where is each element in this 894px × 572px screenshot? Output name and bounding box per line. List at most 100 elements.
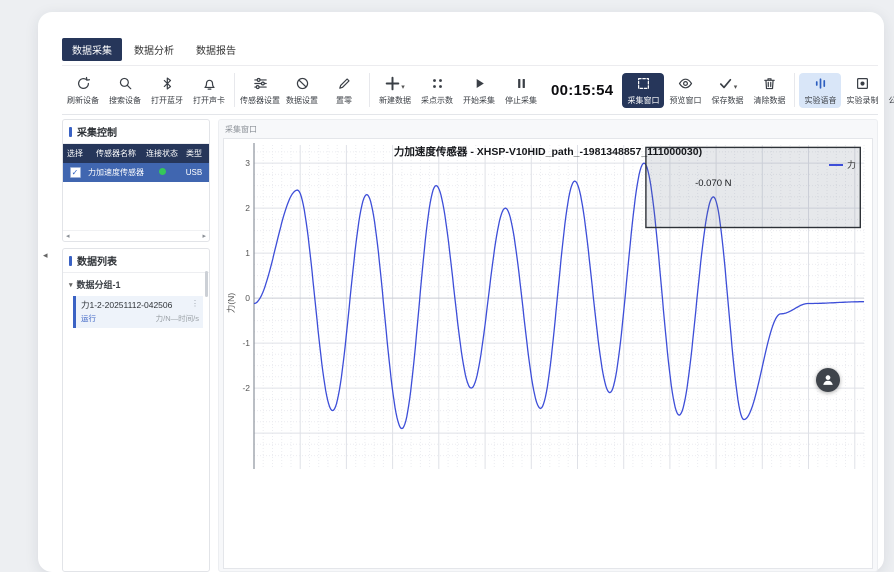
legend-label: 力 — [847, 158, 856, 171]
bluetooth-icon — [160, 75, 175, 93]
sensor-settings-button[interactable]: 传感器设置 — [239, 73, 281, 108]
refresh-device-button[interactable]: 刷新设备 — [62, 73, 104, 108]
data-list-item[interactable]: 力1-2-20251112-042506⋮ 运行 力/N—时间/s — [73, 296, 203, 328]
status-dot — [159, 168, 166, 175]
save-data-label: 保存数据 — [711, 95, 743, 106]
open-bluetooth-button[interactable]: 打开蓝牙 — [146, 73, 188, 108]
sensor-table-hscroll[interactable]: ◂ ▸ — [63, 230, 209, 241]
collect-timer: 00:15:54 — [551, 82, 613, 99]
data-item-state: 运行 — [81, 313, 96, 324]
svg-text:3: 3 — [245, 158, 250, 168]
data-item-subline: 运行 力/N—时间/s — [81, 313, 199, 324]
clear-data-label: 清除数据 — [753, 95, 785, 106]
sensor-table: 选择传感器名称连接状态类型 ✓ 力加速度传感器 USB — [63, 144, 209, 182]
data-list-panel: 数据列表 ▾数据分组-1 力1-2-20251112-042506⋮ 运行 力/N—时… — [62, 248, 210, 572]
dashed-square-icon — [636, 75, 651, 93]
panel-accent-bar — [69, 127, 72, 137]
new-data-label: 新建数据 — [379, 95, 411, 106]
formula-calc-button[interactable]: 公式计算 — [883, 73, 894, 108]
formula-calc-label: 公式计算 — [888, 95, 894, 106]
save-data-button[interactable]: ▾ 保存数据 — [706, 73, 748, 108]
start-collect-label: 开始采集 — [463, 95, 495, 106]
sensor-type-cell: USB — [179, 163, 209, 182]
collect-window-label: 采集窗口 — [627, 95, 659, 106]
preview-window-button[interactable]: 预览窗口 — [664, 73, 706, 108]
check-icon: ▾ — [718, 75, 738, 93]
data-settings-button[interactable]: 数据设置 — [281, 73, 323, 108]
data-group-row[interactable]: ▾数据分组-1 — [63, 273, 209, 294]
user-float-button[interactable] — [816, 368, 840, 392]
audio-icon — [813, 75, 828, 93]
svg-text:1: 1 — [245, 248, 250, 258]
data-list-title: 数据列表 — [77, 253, 117, 268]
scroll-right-icon[interactable]: ▸ — [202, 232, 206, 240]
toolbar-separator — [234, 73, 235, 107]
sensor-row[interactable]: ✓ 力加速度传感器 USB — [63, 163, 209, 182]
dots-icon — [430, 75, 445, 93]
sensor-col-header: 选择 — [63, 144, 87, 163]
open-sound-button[interactable]: 打开声卡 — [188, 73, 230, 108]
sensor-col-header: 传感器名称 — [87, 144, 145, 163]
data-item-title: 力1-2-20251112-042506⋮ — [81, 299, 199, 311]
sensor-checkbox[interactable]: ✓ — [70, 167, 81, 178]
trash-icon — [762, 75, 777, 93]
selection-value-label: -0.070 N — [695, 178, 732, 189]
collect-control-panel: 采集控制 选择传感器名称连接状态类型 ✓ 力加速度传感器 USB ◂ ▸ — [62, 119, 210, 242]
experiment-record-button[interactable]: 实验录制 — [841, 73, 883, 108]
experiment-audio-label: 实验语音 — [804, 95, 836, 106]
sensor-col-header: 连接状态 — [145, 144, 179, 163]
experiment-record-label: 实验录制 — [846, 95, 878, 106]
data-item-axes: 力/N—时间/s — [156, 313, 199, 324]
tab-collect[interactable]: 数据采集 — [62, 38, 122, 61]
window-content: 数据采集数据分析数据报告 刷新设备搜索设备打开蓝牙打开声卡 传感器设置数据设置置零… — [62, 12, 878, 572]
eye-icon — [678, 75, 693, 93]
sensor-col-header: 类型 — [179, 144, 209, 163]
stop-collect-label: 停止采集 — [505, 95, 537, 106]
chart-card[interactable]: 力加速度传感器 - XHSP-V10HID_path_-1981348857_1… — [223, 138, 873, 569]
clear-data-button[interactable]: 清除数据 — [748, 73, 790, 108]
data-group-list: ▾数据分组-1 力1-2-20251112-042506⋮ 运行 力/N—时间/s — [63, 273, 209, 328]
open-bluetooth-label: 打开蓝牙 — [151, 95, 183, 106]
sample-points-button[interactable]: 采点示数 — [416, 73, 458, 108]
sliders-icon — [253, 75, 268, 93]
app-window: ◂ 数据采集数据分析数据报告 刷新设备搜索设备打开蓝牙打开声卡 传感器设置数据设置… — [38, 12, 884, 572]
sample-points-label: 采点示数 — [421, 95, 453, 106]
item-menu-icon[interactable]: ⋮ — [191, 299, 199, 311]
chart-title: 力加速度传感器 - XHSP-V10HID_path_-1981348857_1… — [224, 144, 872, 159]
ban-icon — [295, 75, 310, 93]
open-sound-label: 打开声卡 — [193, 95, 225, 106]
collect-control-header: 采集控制 — [63, 120, 209, 144]
svg-text:0: 0 — [245, 293, 250, 303]
data-list-scrollbar[interactable] — [205, 271, 208, 297]
pause-icon — [514, 75, 529, 93]
preview-window-label: 预览窗口 — [669, 95, 701, 106]
scroll-left-icon[interactable]: ◂ — [66, 232, 70, 240]
set-zero-label: 置零 — [336, 95, 352, 106]
caret-down-icon: ▾ — [401, 83, 405, 93]
start-collect-button[interactable]: 开始采集 — [458, 73, 500, 108]
data-list-header: 数据列表 — [63, 249, 209, 273]
stop-collect-button[interactable]: 停止采集 — [500, 73, 542, 108]
person-icon — [821, 373, 835, 387]
toolbar-separator — [369, 73, 370, 107]
pencil-icon — [337, 75, 352, 93]
collect-window-button[interactable]: 采集窗口 — [622, 73, 664, 108]
sidebar-collapse-icon[interactable]: ◂ — [43, 250, 48, 261]
new-data-button[interactable]: ▾ 新建数据 — [374, 73, 416, 108]
y-axis-label: 力(N) — [225, 293, 237, 313]
record-icon — [855, 75, 870, 93]
tab-analysis[interactable]: 数据分析 — [124, 38, 184, 61]
sensor-settings-label: 传感器设置 — [240, 95, 280, 106]
play-icon — [472, 75, 487, 93]
set-zero-button[interactable]: 置零 — [323, 73, 365, 108]
experiment-audio-button[interactable]: 实验语音 — [799, 73, 841, 108]
refresh-device-label: 刷新设备 — [67, 95, 99, 106]
group-expand-icon[interactable]: ▾ — [69, 281, 73, 289]
sensor-name-cell: 力加速度传感器 — [87, 163, 145, 182]
search-device-button[interactable]: 搜索设备 — [104, 73, 146, 108]
caret-down-icon: ▾ — [734, 83, 738, 93]
svg-text:2: 2 — [245, 203, 250, 213]
svg-text:-1: -1 — [242, 338, 250, 348]
tab-report[interactable]: 数据报告 — [186, 38, 246, 61]
chart-legend: 力 — [829, 158, 856, 171]
